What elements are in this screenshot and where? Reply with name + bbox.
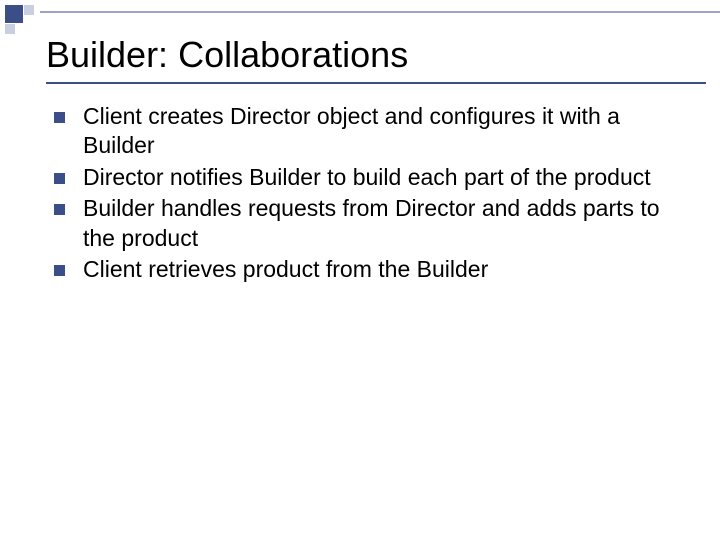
- square-icon: [24, 5, 34, 15]
- bullet-square-icon: [54, 204, 65, 215]
- list-item: Client creates Director object and confi…: [54, 102, 680, 161]
- bullet-square-icon: [54, 112, 65, 123]
- page-title: Builder: Collaborations: [46, 34, 408, 76]
- square-icon: [5, 24, 15, 34]
- bullet-text: Client creates Director object and confi…: [83, 102, 680, 161]
- list-item: Director notifies Builder to build each …: [54, 163, 680, 192]
- top-divider: [40, 11, 720, 13]
- bullet-square-icon: [54, 173, 65, 184]
- title-underline: [46, 82, 706, 84]
- bullet-square-icon: [54, 265, 65, 276]
- list-item: Builder handles requests from Director a…: [54, 194, 680, 253]
- bullet-text: Client retrieves product from the Builde…: [83, 255, 488, 284]
- square-icon: [5, 5, 23, 23]
- corner-decoration: [0, 0, 50, 40]
- list-item: Client retrieves product from the Builde…: [54, 255, 680, 284]
- bullet-text: Builder handles requests from Director a…: [83, 194, 680, 253]
- content-area: Client creates Director object and confi…: [54, 102, 680, 287]
- bullet-text: Director notifies Builder to build each …: [83, 163, 651, 192]
